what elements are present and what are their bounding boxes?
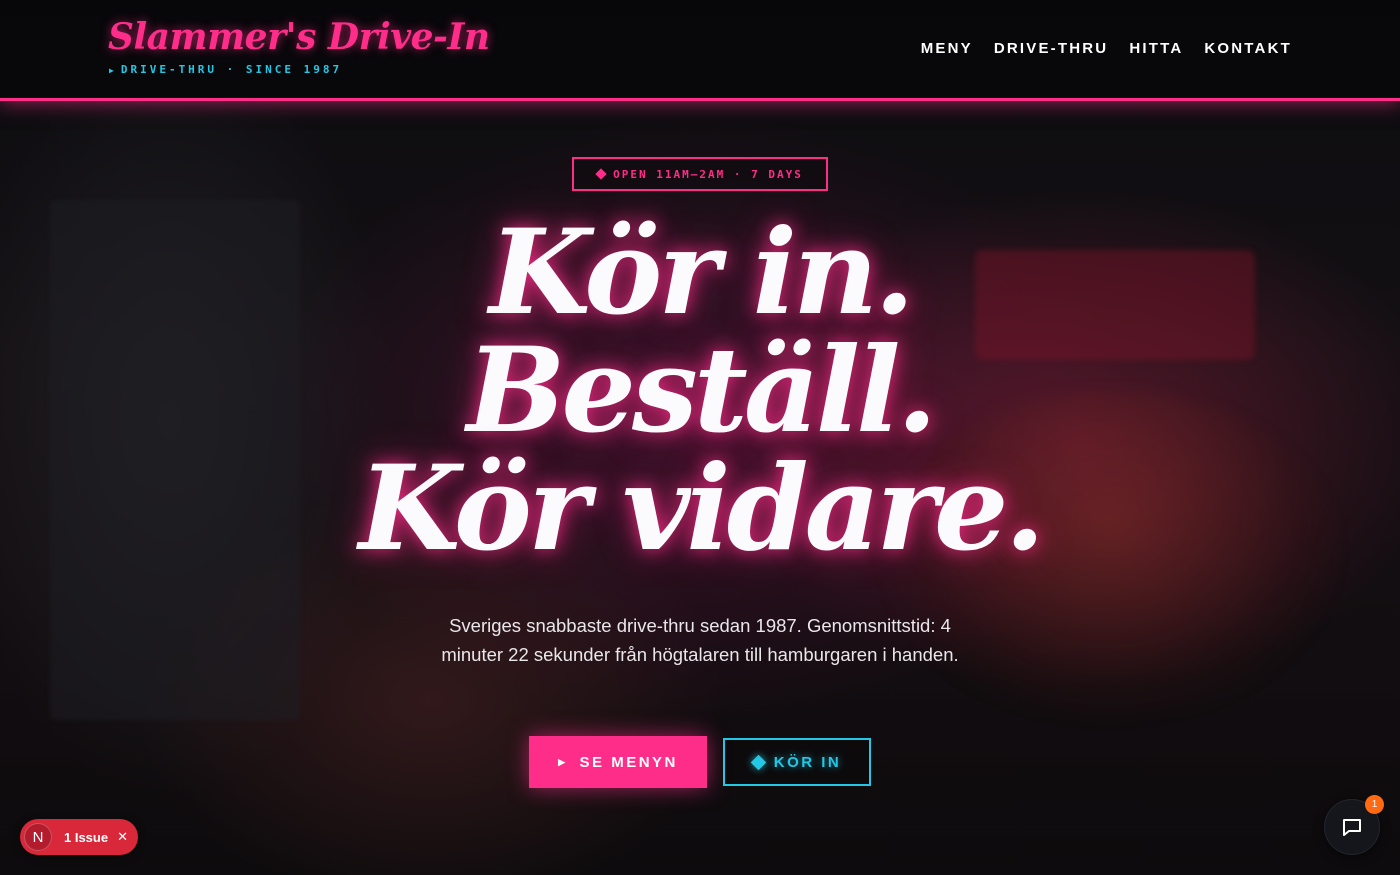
hero-lede: Sveriges snabbaste drive-thru sedan 1987… xyxy=(441,615,959,665)
issues-count-label[interactable]: 1 Issue xyxy=(64,830,108,845)
nav-item-drive-thru[interactable]: DRIVE-THRU xyxy=(994,40,1109,57)
see-menu-button[interactable]: ▶ SE MENYN xyxy=(529,736,707,788)
play-arrow-icon: ▶ xyxy=(109,66,117,75)
opening-hours-text: OPEN 11AM–2AM · 7 DAYS xyxy=(613,167,803,181)
page: Slammer's Drive-In ▶ DRIVE-THRU · SINCE 1… xyxy=(0,0,1400,875)
diamond-icon xyxy=(595,168,607,180)
brand-tagline: ▶ DRIVE-THRU · SINCE 1987 xyxy=(109,63,342,76)
site-header: Slammer's Drive-In ▶ DRIVE-THRU · SINCE 1… xyxy=(0,0,1400,101)
opening-hours-badge: OPEN 11AM–2AM · 7 DAYS xyxy=(572,157,828,191)
chat-notification-badge: 1 xyxy=(1365,795,1384,814)
brand-logo[interactable]: Slammer's Drive-In xyxy=(108,16,490,58)
headline-line-3: Kör vidare. xyxy=(358,439,1045,577)
chat-bubble-icon xyxy=(1343,819,1361,836)
dev-issues-indicator[interactable]: N 1 Issue ✕ xyxy=(20,819,138,855)
headline-line-1: Kör in. xyxy=(489,203,915,341)
diamond-icon xyxy=(750,754,767,770)
headline-line-2: Beställ. xyxy=(466,321,938,459)
nav-item-meny[interactable]: MENY xyxy=(921,40,973,57)
nav-item-hitta[interactable]: HITTA xyxy=(1129,40,1183,57)
main-nav: MENY DRIVE-THRU HITTA KONTAKT xyxy=(921,40,1292,57)
hero-headline: Kör in. Beställ. Kör vidare. xyxy=(200,213,1200,567)
see-menu-label: SE MENYN xyxy=(579,753,678,771)
drive-in-label: KÖR IN xyxy=(773,753,842,771)
close-icon[interactable]: ✕ xyxy=(117,830,128,845)
brand-tagline-text: DRIVE-THRU · SINCE 1987 xyxy=(120,63,343,76)
nav-item-kontakt[interactable]: KONTAKT xyxy=(1204,40,1292,57)
nextjs-logo-icon: N xyxy=(24,823,52,851)
drive-in-button[interactable]: KÖR IN xyxy=(723,738,871,786)
play-arrow-icon: ▶ xyxy=(558,756,568,767)
